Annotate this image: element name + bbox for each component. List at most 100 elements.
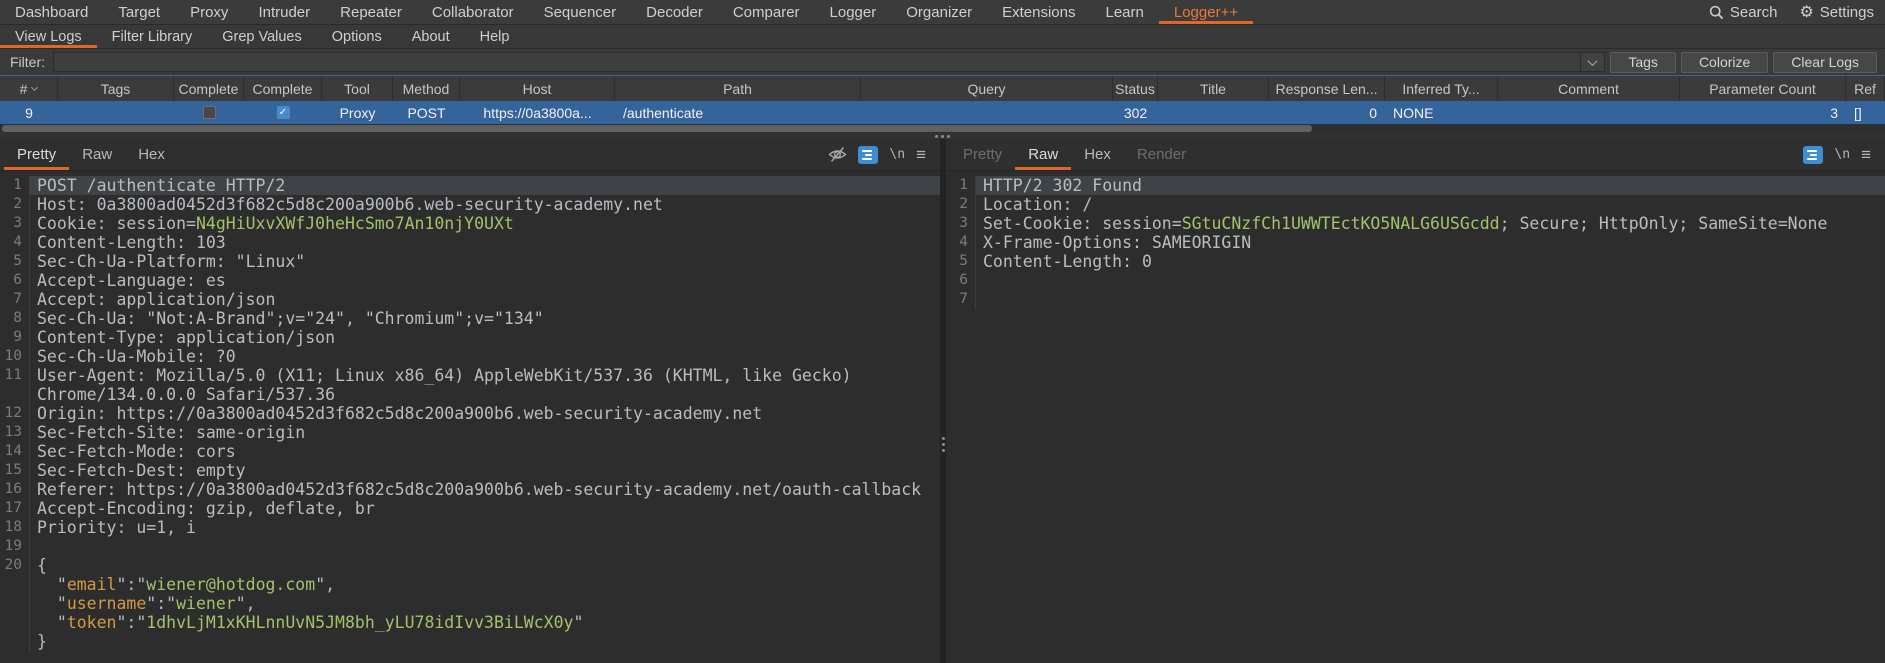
clear-logs-button[interactable]: Clear Logs — [1773, 52, 1877, 73]
code-line: 6Accept-Language: es — [0, 271, 940, 290]
response-tab-hex[interactable]: Hex — [1071, 139, 1124, 170]
code-text: Content-Length: 0 — [976, 252, 1152, 271]
menu-intruder[interactable]: Intruder — [243, 0, 325, 24]
search-label: Search — [1730, 4, 1778, 21]
column-header-host[interactable]: Host — [460, 76, 615, 101]
menu-logger[interactable]: Logger — [815, 0, 892, 24]
pretty-print-icon[interactable] — [1803, 146, 1823, 164]
submenu-view-logs[interactable]: View Logs — [0, 25, 97, 48]
scrollbar-thumb[interactable] — [2, 125, 1312, 132]
code-line: 6 — [946, 271, 1885, 290]
line-number: 4 — [0, 233, 30, 252]
line-number: 12 — [0, 404, 30, 423]
filter-input[interactable] — [53, 52, 1605, 72]
cell-ref: [] — [1846, 101, 1885, 124]
line-number: 2 — [946, 195, 976, 214]
code-text: } — [30, 632, 47, 651]
eye-off-icon[interactable] — [828, 146, 847, 163]
line-number — [0, 594, 30, 613]
column-header-comment[interactable]: Comment — [1498, 76, 1680, 101]
main-menu-items: DashboardTargetProxyIntruderRepeaterColl… — [0, 0, 1253, 24]
menu-proxy[interactable]: Proxy — [175, 0, 243, 24]
column-header-label: Title — [1200, 81, 1226, 97]
newline-char-icon[interactable]: \n — [1834, 147, 1850, 162]
line-number: 7 — [946, 290, 976, 309]
menu-logger[interactable]: Logger++ — [1159, 0, 1253, 24]
column-header-tags[interactable]: Tags — [58, 76, 174, 101]
search-button[interactable]: Search — [1698, 0, 1789, 24]
log-table-selected-row[interactable]: 9✓ProxyPOSThttps://0a3800a.../authentica… — [0, 101, 1885, 124]
column-header-response-len[interactable]: Response Len... — [1269, 76, 1385, 101]
column-header-complete[interactable]: Complete — [244, 76, 322, 101]
line-number — [0, 632, 30, 651]
pretty-print-icon[interactable] — [858, 146, 878, 164]
message-editors: PrettyRawHex\n≡1POST /authenticate HTTP/… — [0, 139, 1885, 663]
request-tab-pretty[interactable]: Pretty — [4, 139, 69, 170]
settings-button[interactable]: ⚙ Settings — [1788, 0, 1885, 24]
column-header-label: Status — [1115, 81, 1155, 97]
code-line: 5Content-Length: 0 — [946, 252, 1885, 271]
menu-icon[interactable]: ≡ — [916, 146, 926, 163]
column-header-method[interactable]: Method — [393, 76, 460, 101]
code-text: X-Frame-Options: SAMEORIGIN — [976, 233, 1251, 252]
column-header-title[interactable]: Title — [1158, 76, 1269, 101]
filter-row: Filter: TagsColorizeClear Logs — [0, 49, 1885, 76]
request-tab-hex[interactable]: Hex — [125, 139, 178, 170]
menu-sequencer[interactable]: Sequencer — [529, 0, 632, 24]
vertical-splitter[interactable] — [940, 139, 946, 663]
code-text: Content-Length: 103 — [30, 233, 226, 252]
menu-dashboard[interactable]: Dashboard — [0, 0, 103, 24]
newline-char-icon[interactable]: \n — [889, 147, 905, 162]
submenu-grep-values[interactable]: Grep Values — [207, 25, 317, 48]
column-header-status[interactable]: Status — [1113, 76, 1158, 101]
column-header-complete[interactable]: Complete — [174, 76, 244, 101]
cell-complete — [174, 101, 244, 124]
column-header-label: Complete — [253, 81, 313, 97]
column-header-label: Query — [967, 81, 1005, 97]
code-line: Chrome/134.0.0.0 Safari/537.36 — [0, 385, 940, 404]
response-tab-pretty[interactable]: Pretty — [950, 139, 1015, 170]
column-header-num[interactable]: # — [0, 76, 58, 101]
column-header-ref[interactable]: Ref — [1846, 76, 1885, 101]
request-editor-content[interactable]: 1POST /authenticate HTTP/22Host: 0a3800a… — [0, 171, 940, 663]
code-line: 11User-Agent: Mozilla/5.0 (X11; Linux x8… — [0, 366, 940, 385]
menu-learn[interactable]: Learn — [1090, 0, 1158, 24]
response-tab-raw[interactable]: Raw — [1015, 139, 1071, 170]
response-editor-content[interactable]: 1HTTP/2 302 Found2Location: /3Set-Cookie… — [946, 171, 1885, 663]
response-tab-render[interactable]: Render — [1124, 139, 1199, 170]
complete-checkbox[interactable] — [203, 106, 216, 119]
menubar-right: Search ⚙ Settings — [1698, 0, 1885, 24]
code-text: Sec-Ch-Ua-Platform: "Linux" — [30, 252, 305, 271]
request-tab-raw[interactable]: Raw — [69, 139, 125, 170]
line-number: 10 — [0, 347, 30, 366]
column-header-inferred-ty[interactable]: Inferred Ty... — [1385, 76, 1498, 101]
submenu-help[interactable]: Help — [465, 25, 525, 48]
menu-repeater[interactable]: Repeater — [325, 0, 417, 24]
code-line: 17Accept-Encoding: gzip, deflate, br — [0, 499, 940, 518]
complete-checkbox-checked[interactable]: ✓ — [277, 106, 290, 119]
menu-collaborator[interactable]: Collaborator — [417, 0, 529, 24]
code-line: 4Content-Length: 103 — [0, 233, 940, 252]
response-editor-icons: \n ≡ — [1803, 139, 1881, 170]
menu-comparer[interactable]: Comparer — [718, 0, 815, 24]
code-line: "username":"wiener", — [0, 594, 940, 613]
line-number: 14 — [0, 442, 30, 461]
column-header-path[interactable]: Path — [615, 76, 861, 101]
filter-dropdown-button[interactable] — [1580, 53, 1604, 71]
column-header-tool[interactable]: Tool — [322, 76, 393, 101]
submenu-options[interactable]: Options — [317, 25, 397, 48]
colorize-button[interactable]: Colorize — [1681, 52, 1768, 73]
column-header-query[interactable]: Query — [861, 76, 1113, 101]
tags-button[interactable]: Tags — [1610, 52, 1676, 73]
menu-organizer[interactable]: Organizer — [891, 0, 987, 24]
code-text: Sec-Ch-Ua-Mobile: ?0 — [30, 347, 236, 366]
submenu-filter-library[interactable]: Filter Library — [97, 25, 208, 48]
column-header-parameter-count[interactable]: Parameter Count — [1680, 76, 1846, 101]
menu-extensions[interactable]: Extensions — [987, 0, 1090, 24]
line-number: 8 — [0, 309, 30, 328]
line-number: 3 — [0, 214, 30, 233]
menu-target[interactable]: Target — [103, 0, 175, 24]
menu-icon[interactable]: ≡ — [1861, 146, 1871, 163]
submenu-about[interactable]: About — [397, 25, 465, 48]
menu-decoder[interactable]: Decoder — [631, 0, 718, 24]
